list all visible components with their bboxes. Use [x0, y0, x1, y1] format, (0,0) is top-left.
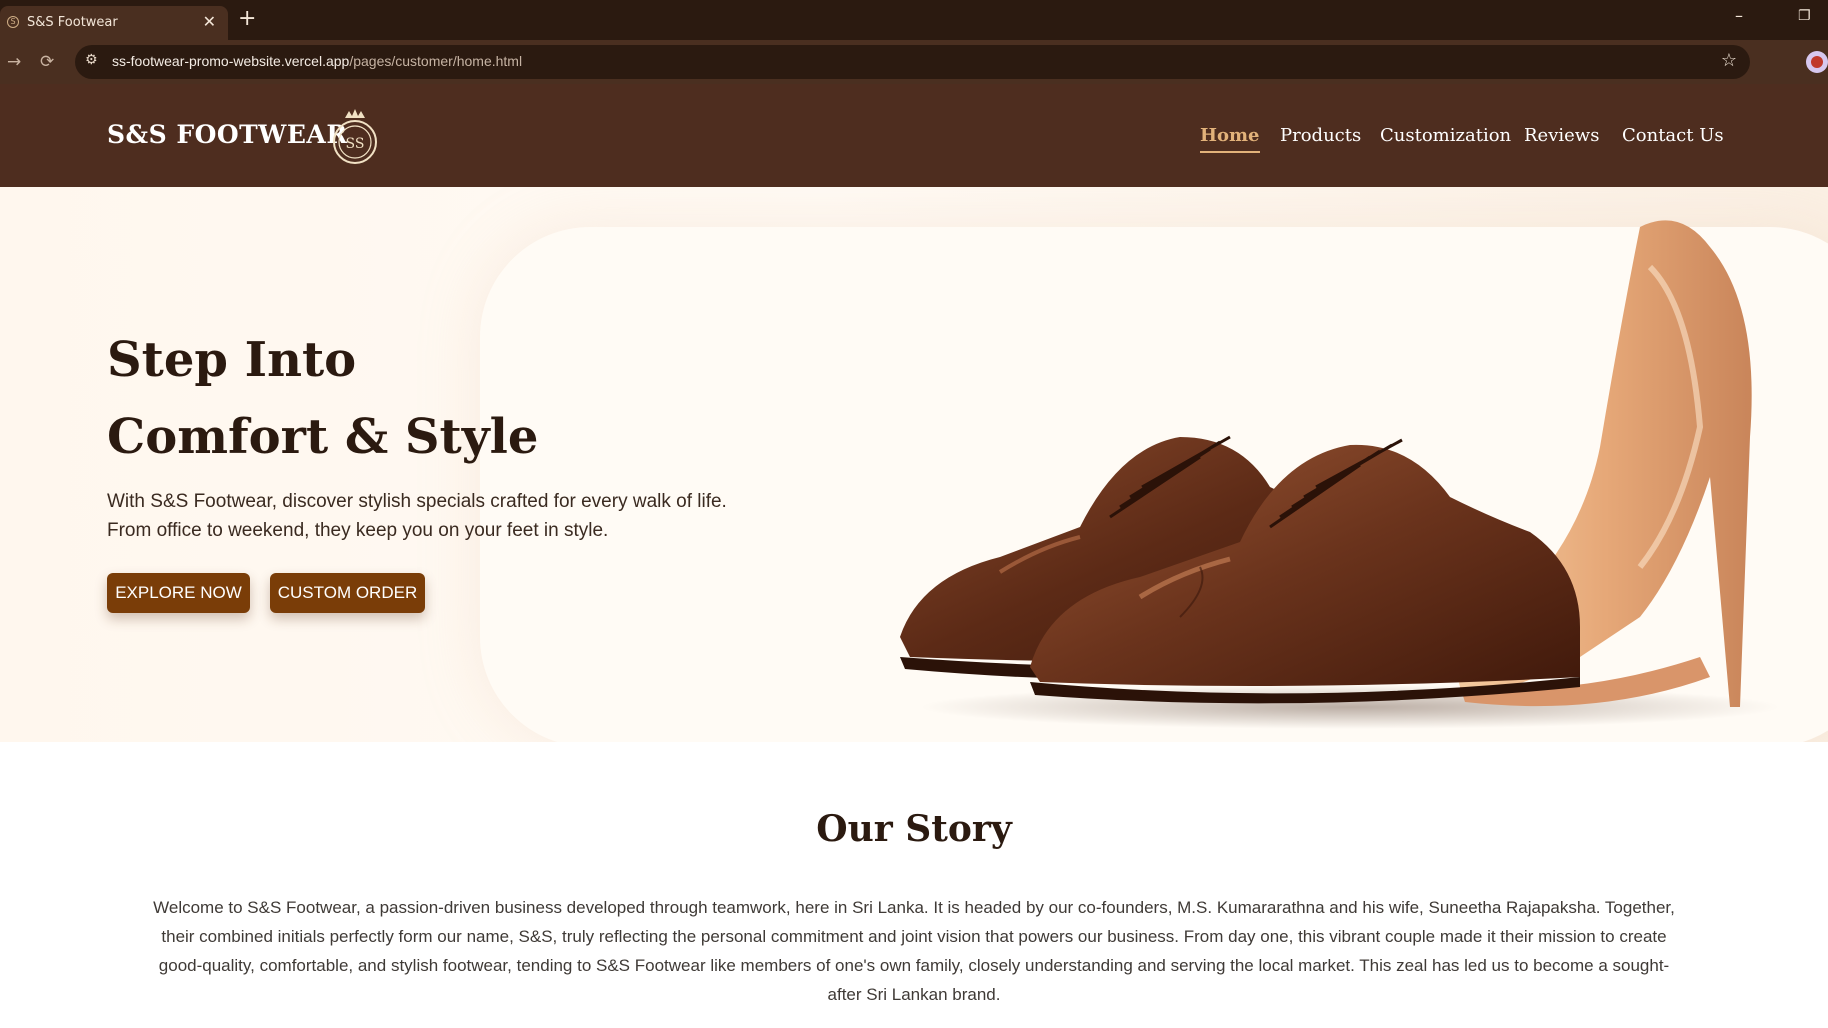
main-nav: Home Products Customization Reviews Cont…	[0, 125, 1828, 155]
close-tab-icon[interactable]: ✕	[203, 12, 216, 31]
reload-icon[interactable]: ⟳	[40, 52, 54, 72]
nav-products[interactable]: Products	[1280, 125, 1361, 146]
forward-icon[interactable]: →	[7, 52, 21, 72]
profile-avatar[interactable]	[1806, 51, 1828, 73]
custom-order-button[interactable]: CUSTOM ORDER	[270, 573, 425, 613]
explore-now-button[interactable]: EXPLORE NOW	[107, 573, 250, 613]
hero-title-line2: Comfort & Style	[107, 409, 539, 465]
browser-toolbar: → ⟳ ⚙ ss-footwear-promo-website.vercel.a…	[0, 40, 1828, 84]
nav-customization[interactable]: Customization	[1380, 125, 1511, 146]
browser-tab-strip: S S&S Footwear ✕ + – ❐	[0, 0, 1828, 40]
site-header: S&S FOOTWEAR SS Home Products Customizat…	[0, 84, 1828, 187]
restore-window-button[interactable]: ❐	[1798, 8, 1811, 24]
nav-reviews[interactable]: Reviews	[1524, 125, 1599, 146]
story-line-2: their combined initials perfectly form o…	[161, 927, 1667, 946]
minimize-window-button[interactable]: –	[1735, 6, 1743, 25]
new-tab-button[interactable]: +	[238, 6, 256, 31]
hero-subtitle: With S&S Footwear, discover stylish spec…	[107, 487, 747, 545]
story-line-4: after Sri Lankan brand.	[827, 985, 1001, 1004]
hero-section: Step Into Comfort & Style With S&S Footw…	[0, 187, 1828, 742]
hero-subtitle-line1: With S&S Footwear, discover stylish spec…	[107, 491, 727, 512]
nav-home[interactable]: Home	[1200, 125, 1260, 153]
url-text[interactable]: ss-footwear-promo-website.vercel.app/pag…	[112, 53, 522, 69]
url-path: /pages/customer/home.html	[349, 53, 523, 69]
story-line-1: Welcome to S&S Footwear, a passion-drive…	[153, 898, 1675, 917]
hero-shoes-image	[900, 220, 1780, 729]
url-host: ss-footwear-promo-website.vercel.app	[112, 53, 350, 69]
site-favicon-icon: S	[7, 16, 19, 28]
tab-title: S&S Footwear	[27, 15, 118, 30]
nav-contact-us[interactable]: Contact Us	[1622, 125, 1724, 146]
browser-tab[interactable]: S S&S Footwear ✕	[0, 6, 228, 40]
hero-subtitle-line2: From office to weekend, they keep you on…	[107, 520, 609, 541]
story-title: Our Story	[816, 808, 1012, 850]
site-settings-icon[interactable]: ⚙	[85, 52, 98, 68]
hero-title: Step Into Comfort & Style	[107, 322, 538, 476]
hero-title-line1: Step Into	[107, 332, 357, 388]
address-bar[interactable]: ⚙ ss-footwear-promo-website.vercel.app/p…	[75, 45, 1750, 79]
story-line-3: good-quality, comfortable, and stylish f…	[158, 956, 1670, 975]
bookmark-star-icon[interactable]: ☆	[1721, 50, 1737, 71]
story-text: Welcome to S&S Footwear, a passion-drive…	[150, 893, 1678, 1009]
